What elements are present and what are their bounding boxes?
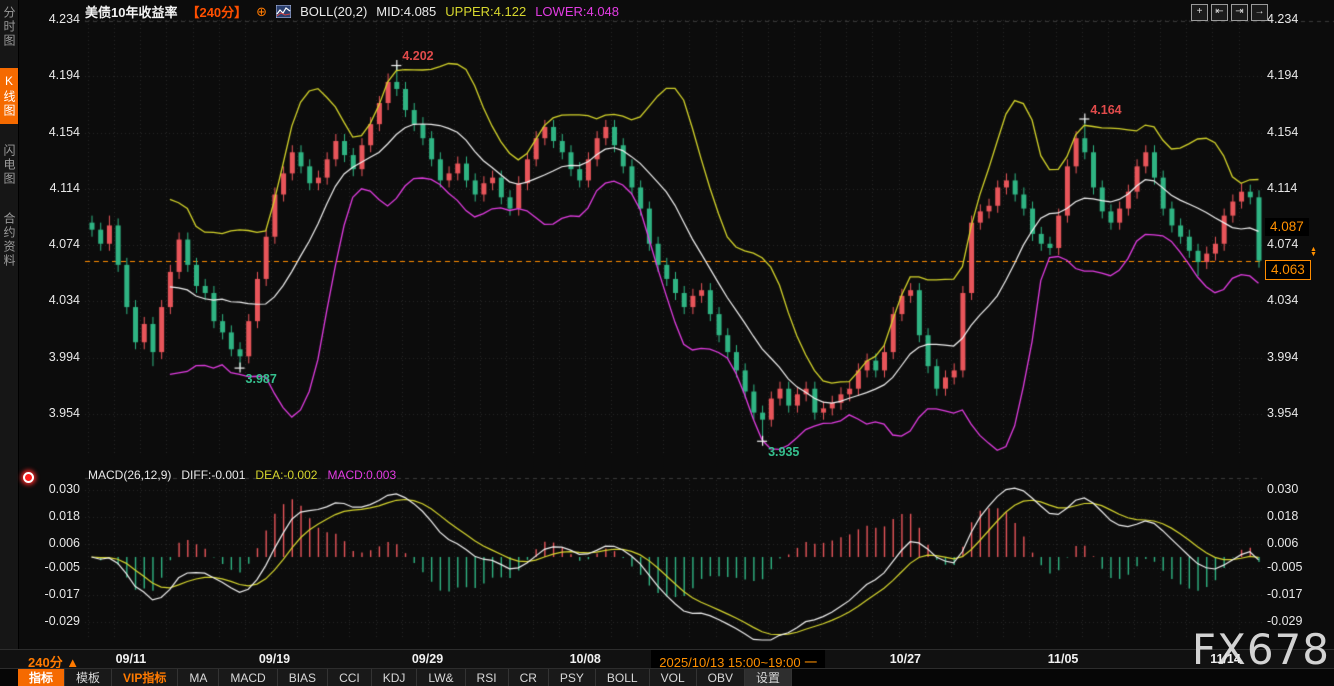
chart-type-sidebar: 分时图 K线图闪电图合约资料 bbox=[0, 0, 19, 686]
macd-axis-label-right: -0.017 bbox=[1267, 587, 1313, 601]
price-axis-label-left: 4.234 bbox=[34, 12, 80, 26]
chart-toolbar: +⇤⇥→ bbox=[1191, 4, 1268, 21]
price-axis-label-right: 4.194 bbox=[1267, 68, 1313, 82]
tab-VIP指标[interactable]: VIP指标 bbox=[112, 669, 178, 686]
last-price-tag[interactable]: 4.063 bbox=[1265, 260, 1311, 280]
price-axis-label-right: 3.994 bbox=[1267, 350, 1313, 364]
sidebar-item-2[interactable]: K线图 bbox=[0, 68, 18, 124]
price-axis-label-left: 3.994 bbox=[34, 350, 80, 364]
alert-burst-icon[interactable] bbox=[23, 472, 34, 483]
tab-CCI[interactable]: CCI bbox=[328, 669, 372, 686]
tab-RSI[interactable]: RSI bbox=[466, 669, 509, 686]
period-tag[interactable]: 【240分】 bbox=[186, 2, 247, 21]
tab-CR[interactable]: CR bbox=[509, 669, 549, 686]
macd-axis-label-left: -0.029 bbox=[34, 614, 80, 628]
macd-name[interactable]: MACD(26,12,9) bbox=[88, 468, 171, 482]
tab-KDJ[interactable]: KDJ bbox=[372, 669, 418, 686]
instrument-title: 美债10年收益率 bbox=[85, 2, 177, 21]
annotation-3.935: 3.935 bbox=[768, 445, 799, 459]
time-axis-tick: 09/19 bbox=[259, 652, 290, 666]
macd-hist-value: MACD:0.003 bbox=[327, 468, 396, 482]
prev-close-tag: 4.087 bbox=[1265, 218, 1309, 236]
macd-axis-label-left: 0.018 bbox=[34, 509, 80, 523]
chart-header: 美债10年收益率 【240分】 ⊕ BOLL(20,2) MID:4.085 U… bbox=[85, 3, 619, 20]
price-axis-label-right: 4.234 bbox=[1267, 12, 1313, 26]
price-axis-label-right: 4.034 bbox=[1267, 293, 1313, 307]
tab-模板[interactable]: 模板 bbox=[65, 669, 112, 686]
tab-MA[interactable]: MA bbox=[178, 669, 219, 686]
macd-diff-value: DIFF:-0.001 bbox=[181, 468, 245, 482]
boll-upper-value: UPPER:4.122 bbox=[445, 4, 526, 19]
price-axis-label-left: 4.034 bbox=[34, 293, 80, 307]
tab-指标[interactable]: 指标 bbox=[18, 669, 65, 686]
macd-axis-label-left: 0.030 bbox=[34, 482, 80, 496]
macd-axis-label-right: 0.018 bbox=[1267, 509, 1313, 523]
price-arrows-icon[interactable]: ▲▼ bbox=[1310, 247, 1317, 257]
boll-lower-value: LOWER:4.048 bbox=[535, 4, 619, 19]
pan-right-icon[interactable]: → bbox=[1251, 4, 1268, 21]
macd-axis-label-left: 0.006 bbox=[34, 536, 80, 550]
add-indicator-icon[interactable]: ⊕ bbox=[256, 4, 267, 20]
tab-LW&[interactable]: LW& bbox=[417, 669, 465, 686]
tab-PSY[interactable]: PSY bbox=[549, 669, 596, 686]
chart-canvas[interactable] bbox=[0, 0, 1334, 686]
price-axis-label-left: 4.194 bbox=[34, 68, 80, 82]
boll-label[interactable]: BOLL(20,2) bbox=[300, 4, 367, 19]
tab-MACD[interactable]: MACD bbox=[219, 669, 277, 686]
price-axis-label-right: 4.114 bbox=[1267, 181, 1313, 195]
axis-zoom-left-icon[interactable]: ⇤ bbox=[1211, 4, 1228, 21]
sidebar-item-1[interactable]: 分时图 bbox=[0, 0, 18, 54]
boll-mid-value: MID:4.085 bbox=[376, 4, 436, 19]
price-axis-label-right: 4.074 bbox=[1267, 237, 1313, 251]
watermark: FX678 bbox=[1192, 625, 1330, 674]
price-axis-label-left: 4.074 bbox=[34, 237, 80, 251]
time-axis-tick: 11/05 bbox=[1048, 652, 1079, 666]
time-axis-tick: 09/29 bbox=[412, 652, 443, 666]
tab-BOLL[interactable]: BOLL bbox=[596, 669, 650, 686]
sidebar-item-4[interactable]: 合约资料 bbox=[0, 206, 18, 274]
indicator-tab-bar: 指标模板VIP指标MAMACDBIASCCIKDJLW&RSICRPSYBOLL… bbox=[0, 668, 1334, 686]
sidebar-separator bbox=[0, 54, 18, 68]
macd-axis-label-right: 0.030 bbox=[1267, 482, 1313, 496]
price-axis-label-right: 3.954 bbox=[1267, 406, 1313, 420]
price-axis-label-left: 4.114 bbox=[34, 181, 80, 195]
time-axis-row: 240分 ▲ 09/1109/1909/2910/0810/2711/0511/… bbox=[0, 649, 1334, 669]
macd-axis-label-left: -0.005 bbox=[34, 560, 80, 574]
tab-VOL[interactable]: VOL bbox=[650, 669, 697, 686]
macd-dea-value: DEA:-0.002 bbox=[255, 468, 317, 482]
time-axis-tick: 10/08 bbox=[570, 652, 601, 666]
sidebar-separator bbox=[0, 124, 18, 138]
tab-设置[interactable]: 设置 bbox=[745, 669, 792, 686]
trading-app-window: 分时图 K线图闪电图合约资料 美债10年收益率 【240分】 ⊕ BOLL(20,… bbox=[0, 0, 1334, 686]
price-axis-label-left: 3.954 bbox=[34, 406, 80, 420]
price-axis-label-right: 4.154 bbox=[1267, 125, 1313, 139]
macd-header: MACD(26,12,9) DIFF:-0.001 DEA:-0.002 MAC… bbox=[88, 468, 396, 482]
macd-axis-label-left: -0.017 bbox=[34, 587, 80, 601]
tab-OBV[interactable]: OBV bbox=[697, 669, 745, 686]
time-axis-tick: 09/11 bbox=[116, 652, 147, 666]
pan-tool-icon[interactable]: + bbox=[1191, 4, 1208, 21]
axis-zoom-right-icon[interactable]: ⇥ bbox=[1231, 4, 1248, 21]
annotation-3.987: 3.987 bbox=[246, 372, 277, 386]
annotation-4.164: 4.164 bbox=[1090, 103, 1121, 117]
macd-axis-label-right: -0.005 bbox=[1267, 560, 1313, 574]
annotation-4.202: 4.202 bbox=[402, 49, 433, 63]
chart-type-icon[interactable] bbox=[276, 5, 291, 18]
price-axis-label-left: 4.154 bbox=[34, 125, 80, 139]
sidebar-separator bbox=[0, 192, 18, 206]
time-axis-tick: 10/27 bbox=[890, 652, 921, 666]
sidebar-item-3[interactable]: 闪电图 bbox=[0, 138, 18, 192]
macd-axis-label-right: 0.006 bbox=[1267, 536, 1313, 550]
tab-BIAS[interactable]: BIAS bbox=[278, 669, 328, 686]
